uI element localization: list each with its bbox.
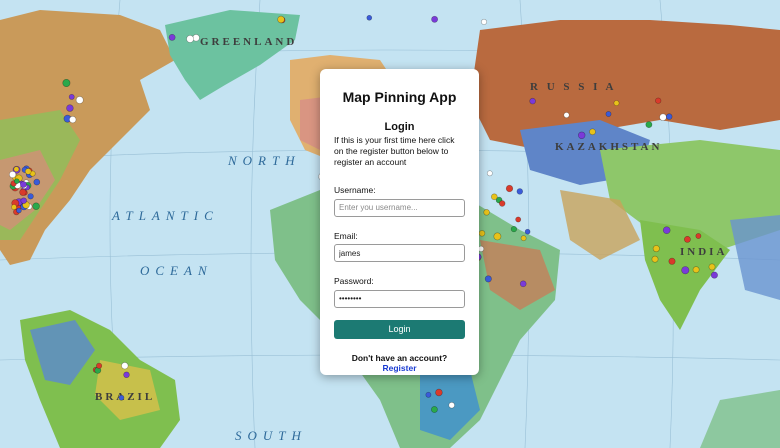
- map-pin[interactable]: [32, 202, 40, 210]
- map-pin[interactable]: [477, 245, 485, 252]
- map-pin[interactable]: [431, 15, 438, 23]
- map-pin[interactable]: [75, 96, 84, 104]
- map-pin[interactable]: [519, 280, 527, 288]
- map-pin[interactable]: [13, 178, 20, 184]
- map-pin[interactable]: [186, 35, 194, 43]
- map-label-india: INDIA: [680, 246, 727, 258]
- map-label-atlantic: ATLANTIC: [111, 208, 219, 223]
- map-pin[interactable]: [515, 216, 522, 223]
- login-heading: Login: [384, 121, 415, 133]
- map-pin[interactable]: [684, 235, 691, 243]
- map-pin[interactable]: [62, 79, 71, 88]
- login-button[interactable]: Login: [334, 319, 465, 339]
- map-pin[interactable]: [121, 362, 129, 370]
- map-pin[interactable]: [19, 181, 27, 188]
- login-card: Map Pinning App Login If this is your fi…: [320, 69, 479, 375]
- map-pin[interactable]: [478, 230, 486, 237]
- map-pin[interactable]: [510, 226, 518, 233]
- map-label-russia: R U S S I A: [530, 81, 617, 93]
- password-label: Password:: [334, 276, 374, 286]
- map-pin[interactable]: [480, 18, 487, 25]
- map-pin[interactable]: [9, 170, 17, 179]
- map-pin[interactable]: [13, 166, 20, 173]
- map-pin[interactable]: [668, 257, 676, 265]
- map-label-north: NORTH: [227, 153, 301, 168]
- register-prompt-text: Don't have an account?: [351, 352, 448, 363]
- map-pin[interactable]: [490, 193, 498, 201]
- username-input[interactable]: [334, 198, 465, 217]
- map-pin[interactable]: [448, 402, 455, 409]
- map-pin[interactable]: [692, 266, 700, 274]
- map-label-greenland: GREENLAND: [200, 36, 297, 48]
- map-pin[interactable]: [24, 168, 32, 175]
- register-link[interactable]: Register: [382, 363, 416, 373]
- map-pin[interactable]: [695, 233, 702, 239]
- map-pin[interactable]: [651, 255, 659, 263]
- map-pin[interactable]: [710, 271, 718, 279]
- map-pin[interactable]: [605, 111, 612, 117]
- map-pin[interactable]: [563, 112, 570, 119]
- map-pin[interactable]: [16, 207, 22, 214]
- password-input[interactable]: [334, 289, 465, 308]
- map-pin[interactable]: [483, 209, 490, 216]
- map-label-ocean: OCEAN: [140, 263, 213, 278]
- map-pin[interactable]: [366, 14, 373, 21]
- map-pin[interactable]: [505, 184, 514, 193]
- map-label-south: SOUTH: [235, 428, 307, 443]
- map-pin[interactable]: [123, 371, 130, 378]
- map-pin[interactable]: [499, 200, 506, 207]
- map-pin[interactable]: [430, 406, 438, 413]
- map-pin[interactable]: [662, 226, 671, 234]
- map-pin[interactable]: [277, 15, 285, 24]
- map-pin[interactable]: [613, 100, 620, 106]
- email-label: Email:: [334, 230, 358, 241]
- map-pin[interactable]: [486, 170, 493, 177]
- map-pin[interactable]: [665, 113, 673, 120]
- map-pin[interactable]: [652, 245, 660, 253]
- email-input[interactable]: [334, 244, 465, 262]
- map-pin[interactable]: [68, 94, 75, 100]
- map-pin[interactable]: [96, 362, 103, 369]
- map-pin[interactable]: [529, 97, 536, 105]
- map-pin[interactable]: [577, 131, 586, 140]
- register-prompt: Don't have an account? Register: [334, 353, 465, 373]
- map-pin[interactable]: [524, 228, 531, 235]
- intro-text: If this is your first time here click on…: [334, 135, 455, 167]
- map-pin[interactable]: [27, 193, 34, 200]
- map-pin[interactable]: [493, 232, 502, 241]
- map-pin[interactable]: [20, 197, 27, 204]
- map-pin[interactable]: [645, 121, 653, 128]
- map-pin[interactable]: [681, 266, 690, 275]
- app-title: Map Pinning App: [342, 89, 457, 105]
- map-pin[interactable]: [168, 34, 176, 41]
- map-pin[interactable]: [435, 388, 443, 397]
- map-pin[interactable]: [66, 104, 74, 112]
- map-label-brazil: BRAZIL: [95, 391, 155, 403]
- map-pin[interactable]: [19, 188, 27, 196]
- map-pin[interactable]: [589, 128, 596, 136]
- username-label: Username:: [334, 185, 376, 195]
- map-pin[interactable]: [655, 97, 662, 104]
- map-pin[interactable]: [659, 113, 667, 121]
- map-pin[interactable]: [516, 188, 523, 195]
- map-pin[interactable]: [69, 115, 77, 124]
- map-pin[interactable]: [425, 391, 432, 398]
- map-pin[interactable]: [118, 394, 125, 401]
- map-label-kazakhstan: KAZAKHSTAN: [555, 141, 662, 153]
- map-pin[interactable]: [708, 263, 716, 271]
- map-pin[interactable]: [33, 178, 41, 186]
- map-pin[interactable]: [11, 204, 17, 210]
- map-pin[interactable]: [484, 275, 492, 283]
- map-pin[interactable]: [520, 235, 527, 242]
